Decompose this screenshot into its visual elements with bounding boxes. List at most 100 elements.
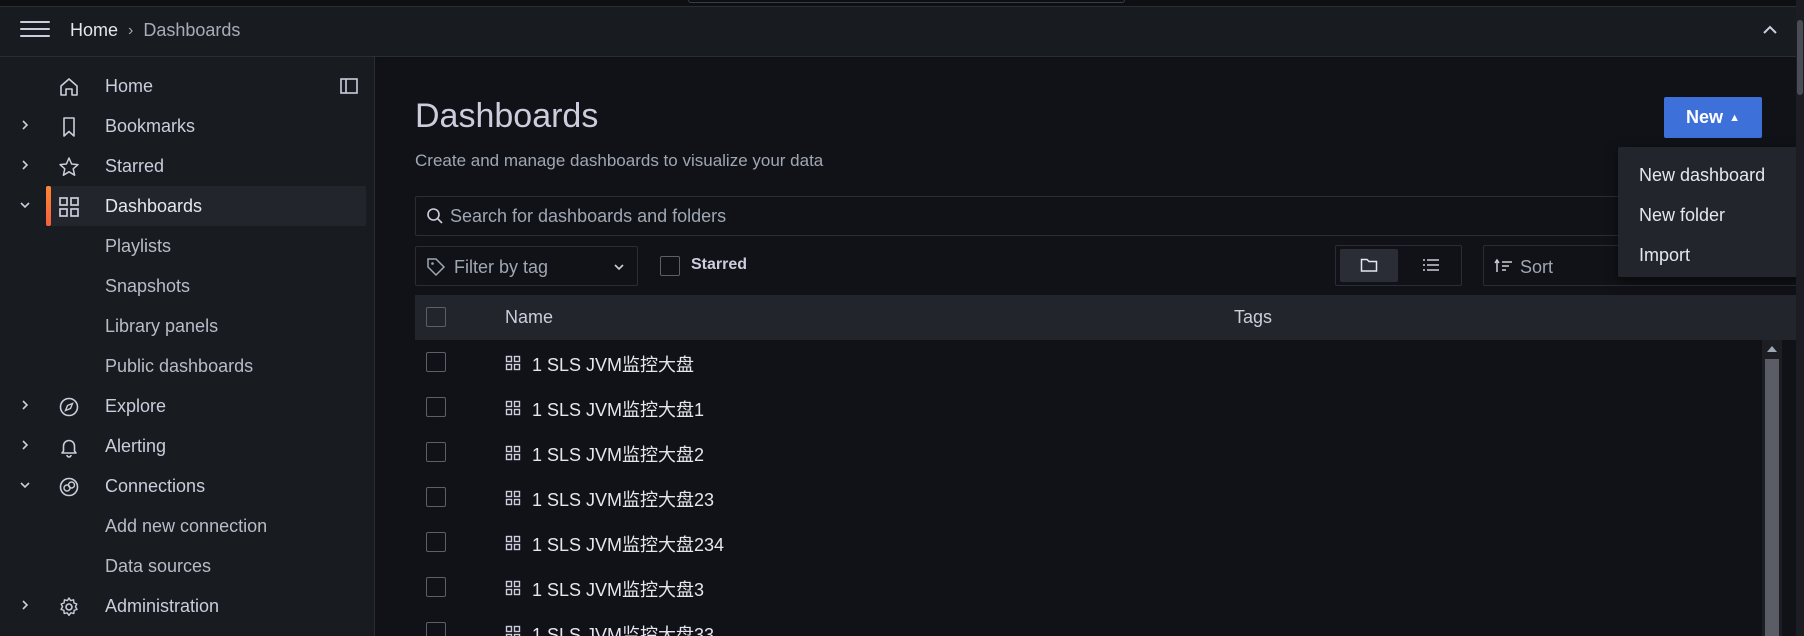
list-icon — [1423, 259, 1439, 271]
starred-checkbox[interactable] — [660, 256, 680, 276]
dashboard-icon — [505, 580, 521, 596]
dashboard-name-link[interactable]: 1 SLS JVM监控大盘 — [532, 351, 694, 377]
new-dropdown-menu: New dashboard New folder Import — [1618, 147, 1804, 277]
sidebar-item-public-dashboards[interactable]: Public dashboards — [0, 346, 366, 386]
tag-filter-placeholder: Filter by tag — [454, 257, 549, 277]
top-bar: Home › Dashboards — [0, 0, 1804, 57]
tag-filter-select[interactable]: Filter by tag — [415, 246, 638, 286]
sidebar-item-bookmarks[interactable]: Bookmarks — [0, 106, 366, 146]
list-view-button[interactable] — [1402, 249, 1460, 282]
dashboard-name-link[interactable]: 1 SLS JVM监控大盘1 — [532, 396, 704, 422]
chevron-right-icon[interactable] — [18, 438, 32, 452]
table-scrollbar[interactable] — [1762, 340, 1782, 636]
chevron-down-icon[interactable] — [18, 198, 32, 212]
dashboard-name-link[interactable]: 1 SLS JVM监控大盘3 — [532, 576, 704, 602]
table-row[interactable]: 1 SLS JVM监控大盘1 — [415, 385, 1785, 430]
star-icon — [59, 157, 79, 176]
dashboard-name-link[interactable]: 1 SLS JVM监控大盘2 — [532, 441, 704, 467]
page-scrollbar-thumb[interactable] — [1797, 20, 1803, 95]
row-checkbox[interactable] — [426, 622, 446, 636]
dashboard-name-link[interactable]: 1 SLS JVM监控大盘33 — [532, 621, 714, 636]
chevron-right-icon[interactable] — [18, 158, 32, 172]
active-indicator — [46, 186, 51, 226]
sidebar-item-snapshots[interactable]: Snapshots — [0, 266, 366, 306]
breadcrumb: Home › Dashboards — [70, 20, 240, 41]
bell-icon — [61, 439, 77, 458]
tag-icon — [427, 258, 446, 277]
table-row[interactable]: 1 SLS JVM监控大盘3 — [415, 565, 1785, 610]
sidebar-item-label: Playlists — [105, 236, 172, 256]
sidebar-item-label: Explore — [105, 396, 167, 416]
dashboard-icon — [505, 400, 521, 416]
chevron-up-icon[interactable] — [1760, 22, 1780, 38]
row-checkbox[interactable] — [426, 442, 446, 462]
column-header-tags: Tags — [1234, 307, 1273, 327]
dashboard-name-link[interactable]: 1 SLS JVM监控大盘234 — [532, 531, 724, 557]
chevron-down-icon — [614, 264, 624, 271]
gear-icon — [60, 597, 78, 616]
row-checkbox[interactable] — [426, 352, 446, 372]
select-all-checkbox[interactable] — [426, 307, 446, 327]
starred-label[interactable]: Starred — [691, 256, 747, 274]
connections-icon — [59, 477, 79, 497]
menu-item-new-folder[interactable]: New folder — [1618, 195, 1804, 235]
menu-item-new-dashboard[interactable]: New dashboard — [1618, 155, 1804, 195]
new-button[interactable]: New ▲ — [1664, 97, 1762, 138]
scrollbar-thumb[interactable] — [1765, 359, 1779, 636]
new-button-label: New — [1686, 107, 1724, 127]
sidebar-item-data-sources[interactable]: Data sources — [0, 546, 366, 586]
apps-grid-icon — [59, 197, 79, 217]
chevron-up-icon: ▲ — [1729, 111, 1740, 124]
sidebar-item-label: Snapshots — [105, 276, 191, 296]
sidebar-item-connections[interactable]: Connections — [0, 466, 366, 506]
search-bar-edge — [688, 0, 1125, 3]
main-content: Dashboards Create and manage dashboards … — [376, 57, 1804, 636]
chevron-right-icon[interactable] — [18, 118, 32, 132]
dashboard-icon — [505, 490, 521, 506]
search-input[interactable] — [450, 197, 1750, 235]
sidebar-item-starred[interactable]: Starred — [0, 146, 366, 186]
folder-view-button[interactable] — [1340, 249, 1398, 282]
table-row[interactable]: 1 SLS JVM监控大盘2 — [415, 430, 1785, 475]
column-header-name: Name — [505, 307, 554, 327]
scroll-up-arrow-icon[interactable] — [1767, 346, 1777, 352]
sidebar-item-label: Public dashboards — [105, 356, 254, 376]
breadcrumb-current: Dashboards — [143, 20, 241, 40]
chevron-right-icon[interactable] — [18, 598, 32, 612]
sidebar-item-playlists[interactable]: Playlists — [0, 226, 366, 266]
menu-item-import[interactable]: Import — [1618, 235, 1804, 275]
sidebar-item-administration[interactable]: Administration — [0, 586, 366, 626]
chevron-down-icon[interactable] — [18, 478, 32, 492]
row-checkbox[interactable] — [426, 487, 446, 507]
sidebar-item-explore[interactable]: Explore — [0, 386, 366, 426]
table-row[interactable]: 1 SLS JVM监控大盘234 — [415, 520, 1785, 565]
search-icon — [427, 208, 443, 224]
hamburger-menu-icon[interactable] — [20, 21, 50, 43]
sidebar-item-library-panels[interactable]: Library panels — [0, 306, 366, 346]
sidebar-item-label: Add new connection — [105, 516, 268, 536]
dashboard-icon — [505, 355, 521, 371]
dashboard-name-link[interactable]: 1 SLS JVM监控大盘23 — [532, 486, 714, 512]
sidebar-item-home[interactable]: Home — [0, 66, 366, 106]
sidebar-item-label: Home — [105, 76, 154, 96]
sidebar-item-add-new-connection[interactable]: Add new connection — [0, 506, 366, 546]
row-checkbox[interactable] — [426, 532, 446, 552]
sort-icon — [1494, 258, 1512, 272]
sidebar-item-alerting[interactable]: Alerting — [0, 426, 366, 466]
table-row[interactable]: 1 SLS JVM监控大盘 — [415, 340, 1785, 385]
sidebar-item-label: Administration — [105, 596, 220, 616]
row-checkbox[interactable] — [426, 577, 446, 597]
page-scrollbar[interactable] — [1796, 0, 1804, 636]
row-checkbox[interactable] — [426, 397, 446, 417]
breadcrumb-home[interactable]: Home — [70, 20, 118, 41]
folder-icon — [1360, 258, 1378, 272]
search-box[interactable] — [415, 196, 1801, 236]
breadcrumb-separator: › — [128, 21, 134, 39]
sidebar-item-dashboards[interactable]: Dashboards — [20, 186, 366, 226]
chevron-right-icon[interactable] — [18, 398, 32, 412]
table-row[interactable]: 1 SLS JVM监控大盘33 — [415, 610, 1785, 636]
sort-placeholder: Sort — [1520, 257, 1554, 277]
table-row[interactable]: 1 SLS JVM监控大盘23 — [415, 475, 1785, 520]
sidebar-item-label: Library panels — [105, 316, 219, 336]
page-subtitle: Create and manage dashboards to visualiz… — [415, 151, 824, 170]
